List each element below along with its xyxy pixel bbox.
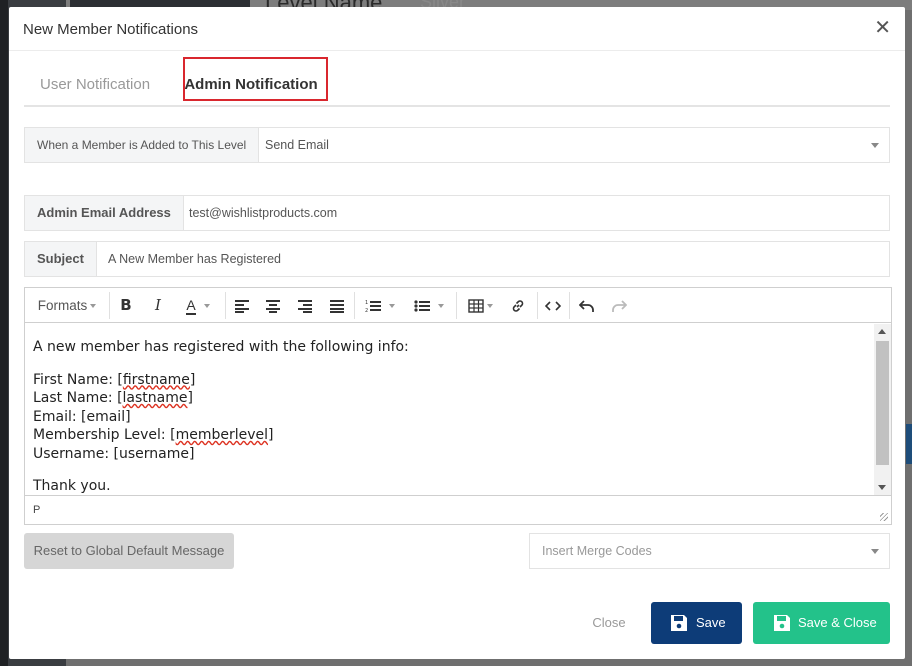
italic-icon[interactable]: I [145, 288, 171, 323]
message-line-intro: A new member has registered with the fol… [33, 339, 409, 355]
save-label: Save [696, 615, 726, 630]
align-justify-icon[interactable] [324, 288, 350, 323]
editor-statusbar: P [25, 495, 891, 524]
scroll-thumb[interactable] [876, 341, 889, 465]
message-line-first-name: First Name: [firstname] [33, 371, 196, 388]
svg-text:2: 2 [365, 308, 368, 313]
admin-email-field: Admin Email Address test@wishlistproduct… [24, 195, 890, 231]
table-icon[interactable] [461, 288, 499, 323]
toolbar-divider [456, 292, 457, 319]
bullet-list-icon[interactable] [407, 288, 451, 323]
code-icon[interactable] [540, 288, 566, 323]
background-right-strip [906, 424, 912, 464]
modal-title: New Member Notifications [23, 21, 199, 38]
chevron-down-icon [871, 143, 879, 148]
close-button[interactable]: Close [579, 602, 639, 644]
trigger-label: When a Member is Added to This Level [25, 128, 260, 162]
scroll-down-icon[interactable] [878, 485, 886, 490]
toolbar-divider [569, 292, 570, 319]
merge-codes-placeholder: Insert Merge Codes [542, 544, 652, 558]
editor-toolbar: Formats B I A 12 [25, 288, 891, 323]
rich-text-editor: Formats B I A 12 A new member has regist… [24, 287, 892, 525]
close-icon[interactable]: ✕ [874, 18, 891, 38]
toolbar-divider [354, 292, 355, 319]
message-line-last-name: Last Name: [lastname] [33, 390, 193, 406]
save-and-close-label: Save & Close [798, 615, 877, 630]
background-sidebar-edge [0, 0, 8, 666]
tab-highlight-box [183, 57, 328, 101]
toolbar-divider [225, 292, 226, 319]
formats-dropdown[interactable]: Formats [25, 288, 109, 323]
chevron-down-icon [871, 549, 879, 554]
text-color-icon[interactable]: A [175, 288, 221, 323]
link-icon[interactable] [505, 288, 531, 323]
align-left-icon[interactable] [229, 288, 255, 323]
numbered-list-icon[interactable]: 12 [358, 288, 402, 323]
scroll-up-icon[interactable] [878, 329, 886, 334]
floppy-disk-icon [774, 615, 790, 631]
admin-email-input[interactable]: test@wishlistproducts.com [189, 196, 337, 230]
subject-field: Subject A New Member has Registered [24, 241, 890, 277]
new-member-notifications-modal: New Member Notifications ✕ User Notifica… [9, 7, 905, 659]
undo-icon[interactable] [574, 288, 600, 323]
message-line-email: Email: [email] [33, 408, 131, 425]
chevron-down-icon [90, 304, 97, 309]
reset-default-button[interactable]: Reset to Global Default Message [24, 533, 234, 569]
align-center-icon[interactable] [260, 288, 286, 323]
editor-content[interactable]: A new member has registered with the fol… [25, 324, 875, 495]
subject-label: Subject [25, 242, 97, 276]
element-path[interactable]: P [33, 504, 40, 516]
message-line-thanks: Thank you. [33, 478, 111, 494]
toolbar-divider [109, 292, 110, 319]
trigger-value: Send Email [265, 138, 329, 152]
message-line-level: Membership Level: [memberlevel] [33, 427, 274, 443]
toolbar-divider [537, 292, 538, 319]
align-right-icon[interactable] [292, 288, 318, 323]
save-button[interactable]: Save [651, 602, 742, 644]
tab-user-notification[interactable]: User Notification [40, 63, 150, 107]
bold-icon[interactable]: B [113, 288, 139, 323]
svg-text:1: 1 [365, 300, 368, 306]
notification-tabs: User Notification Admin Notification [24, 63, 890, 107]
floppy-disk-icon [671, 615, 687, 631]
trigger-select[interactable]: When a Member is Added to This Level Sen… [24, 127, 890, 163]
resize-handle-icon[interactable] [880, 513, 888, 521]
message-line-username: Username: [username] [33, 445, 195, 462]
formats-label: Formats [37, 298, 88, 313]
admin-email-label: Admin Email Address [25, 196, 184, 230]
modal-header: New Member Notifications ✕ [9, 7, 905, 51]
editor-scrollbar[interactable] [874, 324, 891, 495]
save-and-close-button[interactable]: Save & Close [753, 602, 890, 644]
redo-icon[interactable] [606, 288, 632, 323]
merge-codes-select[interactable]: Insert Merge Codes [529, 533, 890, 569]
subject-input[interactable]: A New Member has Registered [108, 242, 281, 276]
